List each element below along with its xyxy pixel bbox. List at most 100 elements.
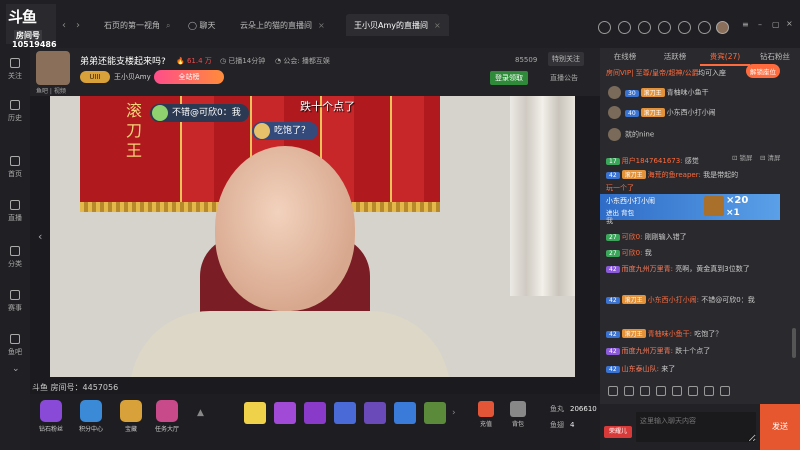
chat-user[interactable]: 山东泰山队: [622, 365, 659, 373]
task-hall-button[interactable]: 任务大厅 [152, 400, 182, 433]
vip-list-item[interactable]: 30 滚刀王 青柚味小鱼干 [608, 86, 709, 99]
bag-tool-icon[interactable] [656, 386, 666, 396]
sidebar-item-fishbar[interactable]: 鱼吧 [0, 334, 30, 357]
chat-user[interactable]: 可欣0: [622, 249, 643, 257]
chat-scrollbar[interactable] [792, 328, 796, 358]
send-button[interactable]: 发送 [760, 404, 800, 450]
bottom-bar: 钻石粉丝 积分中心 宝藏 任务大厅 ▲ › 充值 背包 鱼丸 206610 鱼翅 4 [30, 394, 600, 450]
gift-next-icon[interactable]: › [452, 408, 456, 418]
sidebar-item-category[interactable]: 分类 [0, 246, 30, 269]
level-badge[interactable]: UIII [80, 71, 110, 83]
announcement-link[interactable]: 直播公告 [550, 73, 578, 83]
history-icon[interactable] [598, 21, 611, 34]
gift-tool-icon[interactable] [624, 386, 634, 396]
more-tool-icon[interactable] [720, 386, 730, 396]
sidebar-item-events[interactable]: 赛事 [0, 290, 30, 313]
collapse-left-arrow[interactable]: ‹ [38, 230, 42, 243]
gift-icon[interactable] [364, 402, 386, 424]
fan-badge: 滚刀王 [640, 107, 665, 117]
close-icon[interactable]: × [434, 21, 441, 30]
notice-text: 公会: 播都互娱 [283, 57, 330, 65]
back-arrow-icon[interactable]: ‹ [62, 20, 66, 31]
streamer-shirt [130, 311, 450, 377]
gift-icon[interactable] [334, 402, 356, 424]
login-reward-button[interactable]: 登录领取 [490, 71, 528, 85]
sidebar-item-home[interactable]: 首页 [0, 156, 30, 179]
sidebar-item-history[interactable]: 历史 [0, 100, 30, 123]
user-avatar[interactable] [716, 21, 729, 34]
tab-first-view[interactable]: 石页的第一视角 ⌕ [96, 14, 178, 36]
sub-info[interactable]: 鱼吧 | 视频 [36, 86, 66, 95]
sidebar-label: 鱼吧 [8, 348, 22, 356]
diamond-fans-button[interactable]: 钻石粉丝 [36, 400, 66, 433]
tab-vip[interactable]: 贵宾(27) [700, 48, 750, 66]
recharge-button[interactable]: 充值 [474, 401, 498, 428]
follow-icon [10, 58, 20, 68]
tab-cloud-cat[interactable]: 云朵上的猫的直播间 × [232, 14, 333, 36]
chat-user[interactable]: 青柚味小鱼干: [648, 330, 692, 338]
menu-icon[interactable]: ≡ [742, 20, 749, 29]
search-icon[interactable]: ⌕ [166, 21, 170, 30]
chat-user[interactable]: 可欣0: [622, 233, 643, 241]
gift-icon[interactable] [304, 402, 326, 424]
close-icon[interactable]: × [318, 21, 325, 30]
chat-icon: ◯ [188, 21, 200, 30]
chat-input[interactable] [636, 412, 756, 442]
special-follow-button[interactable]: 特别关注 [548, 52, 584, 66]
gift-icon[interactable] [274, 402, 296, 424]
emoji-icon[interactable] [608, 386, 618, 396]
chat-user[interactable]: 小东西小打小闹: [648, 296, 699, 304]
sidebar-item-follow[interactable]: 关注 [0, 58, 30, 81]
tab-online-rank[interactable]: 在线榜 [600, 48, 650, 66]
streamer-avatar[interactable] [36, 51, 70, 85]
gift-icon[interactable] [424, 402, 446, 424]
rank-button[interactable]: 全站榜 [154, 70, 224, 84]
sidebar-item-live[interactable]: 直播 [0, 200, 30, 223]
recharge-label: 充值 [479, 421, 492, 428]
settings-icon[interactable] [678, 21, 691, 34]
mail-icon[interactable] [658, 21, 671, 34]
fishbar-icon [10, 334, 20, 344]
collapse-arrow-icon[interactable]: ⌄ [12, 364, 20, 374]
chat-user[interactable]: 用户1847641673: [622, 157, 683, 165]
share-icon[interactable] [640, 386, 650, 396]
tab-amy[interactable]: 王小贝Amy的直播间 × [346, 14, 449, 36]
fan-icon[interactable] [688, 386, 698, 396]
close-window-icon[interactable]: × [786, 19, 793, 28]
vip-list-item[interactable]: 就的nine [608, 128, 654, 141]
chat-user[interactable]: 海荒的鱼reaper: [648, 171, 701, 179]
user-label[interactable]: 荣耀儿 [604, 426, 632, 438]
chat-input-area: 荣耀儿 发送 [600, 404, 800, 450]
danmu-avatar [254, 123, 270, 139]
message-icon[interactable] [698, 21, 711, 34]
backpack-button[interactable]: 背包 [506, 401, 530, 428]
vip-list-item[interactable]: 40 滚刀王 小东西小打小闹 [608, 106, 716, 119]
cart-icon[interactable] [704, 386, 714, 396]
points-icon [80, 400, 102, 422]
tab-chat[interactable]: ◯ 聊天 [180, 14, 224, 36]
hot-value: 61.4 万 [186, 57, 212, 65]
danmu-text: 不错@可欣0：我 [172, 108, 241, 118]
live-icon [10, 200, 20, 210]
scroll-up-icon[interactable]: ▲ [197, 408, 204, 418]
points-center-button[interactable]: 积分中心 [76, 400, 106, 433]
douyu-logo[interactable]: 斗鱼 房间号 10519486 [6, 4, 57, 49]
unlock-seat-button[interactable]: 解锁座位 [746, 64, 780, 78]
gift-icon[interactable] [394, 402, 416, 424]
forward-arrow-icon[interactable]: › [76, 20, 80, 31]
trophy-icon [10, 290, 20, 300]
maximize-icon[interactable]: ▢ [772, 20, 780, 29]
heart-icon[interactable] [618, 21, 631, 34]
download-icon[interactable] [638, 21, 651, 34]
chat-level: 42 [606, 366, 620, 373]
chat-user[interactable]: 而度九州万里青: [622, 265, 673, 273]
treasure-button[interactable]: 宝藏 [116, 400, 146, 433]
gift-icon[interactable] [244, 402, 266, 424]
flag-icon[interactable] [672, 386, 682, 396]
anchor-name[interactable]: 王小贝Amy [114, 72, 151, 82]
minimize-icon[interactable]: – [758, 20, 762, 29]
chat-user[interactable]: 而度九州万里青: [622, 347, 673, 355]
vip-avatar [608, 86, 621, 99]
video-player[interactable]: 滚刀王 不错@可欣0：我 吃饱了？ 跌十个点了 [50, 96, 575, 377]
tab-active-rank[interactable]: 活跃榜 [650, 48, 700, 66]
